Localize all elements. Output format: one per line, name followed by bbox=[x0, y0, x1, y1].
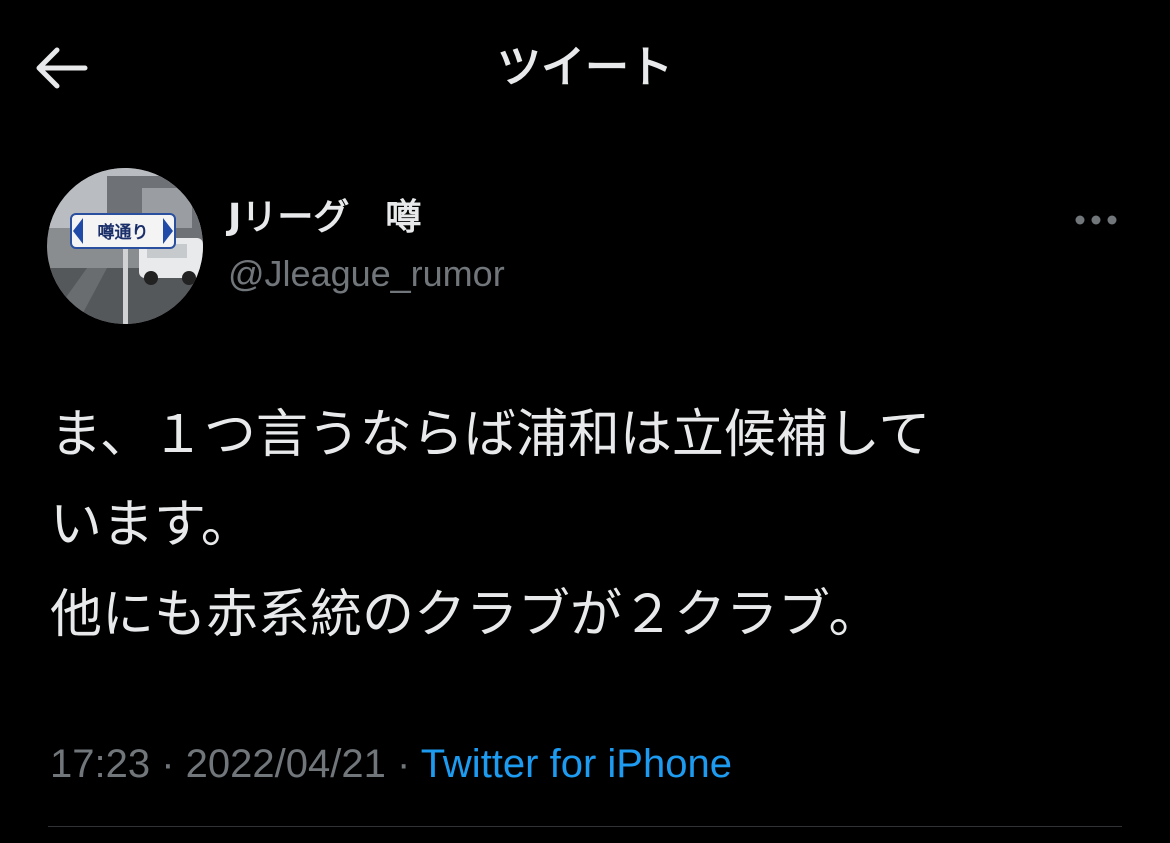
tweet-date[interactable]: 2022/04/21 bbox=[186, 742, 386, 786]
divider bbox=[48, 826, 1122, 827]
tweet-text-line: ま、１つ言うならば浦和は立候補して bbox=[50, 405, 931, 465]
more-options-button[interactable] bbox=[1066, 200, 1126, 240]
tweet-meta: 17:23 · 2022/04/21 · Twitter for iPhone bbox=[50, 736, 732, 792]
author-handle[interactable]: @Jleague_rumor bbox=[228, 250, 505, 298]
tweet-text: ま、１つ言うならば浦和は立候補して います。 他にも赤系統のクラブが２クラブ。 bbox=[50, 390, 1130, 660]
meta-separator: · bbox=[150, 742, 186, 786]
avatar-sign-text: 噂通り bbox=[98, 222, 149, 243]
more-horizontal-icon bbox=[1075, 215, 1117, 225]
tweet-source-link[interactable]: Twitter for iPhone bbox=[421, 742, 732, 786]
tweet-text-line: 他にも赤系統のクラブが２クラブ。 bbox=[50, 585, 881, 645]
tweet-text-line: います。 bbox=[50, 495, 253, 555]
avatar-image: 噂通り bbox=[47, 168, 203, 324]
avatar[interactable]: 噂通り bbox=[47, 168, 203, 324]
page-title: ツイート bbox=[497, 42, 673, 93]
tweet-time[interactable]: 17:23 bbox=[50, 742, 150, 786]
meta-separator: · bbox=[385, 742, 421, 786]
author-display-name[interactable]: Jリーグ 噂 bbox=[228, 194, 421, 242]
top-bar: ツイート bbox=[0, 0, 1170, 135]
